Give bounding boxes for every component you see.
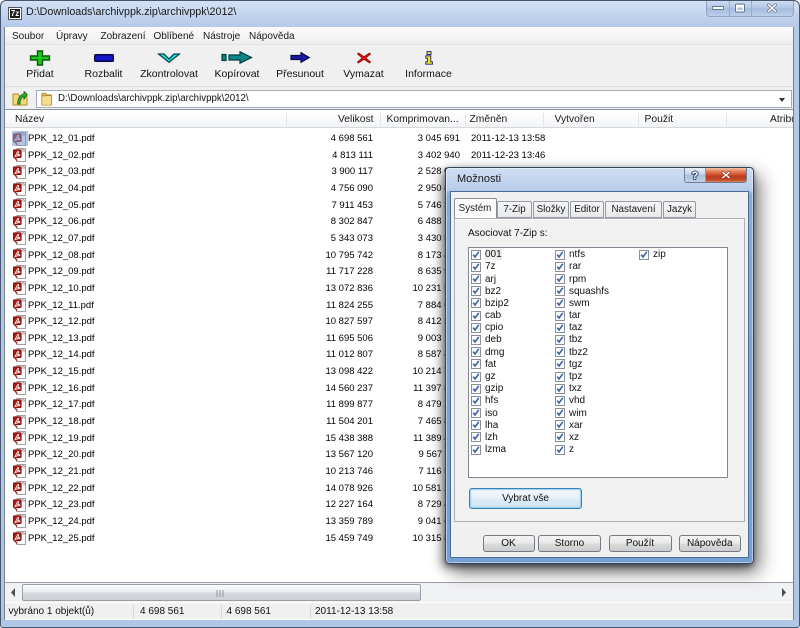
svg-text:?: ? [691, 170, 698, 182]
